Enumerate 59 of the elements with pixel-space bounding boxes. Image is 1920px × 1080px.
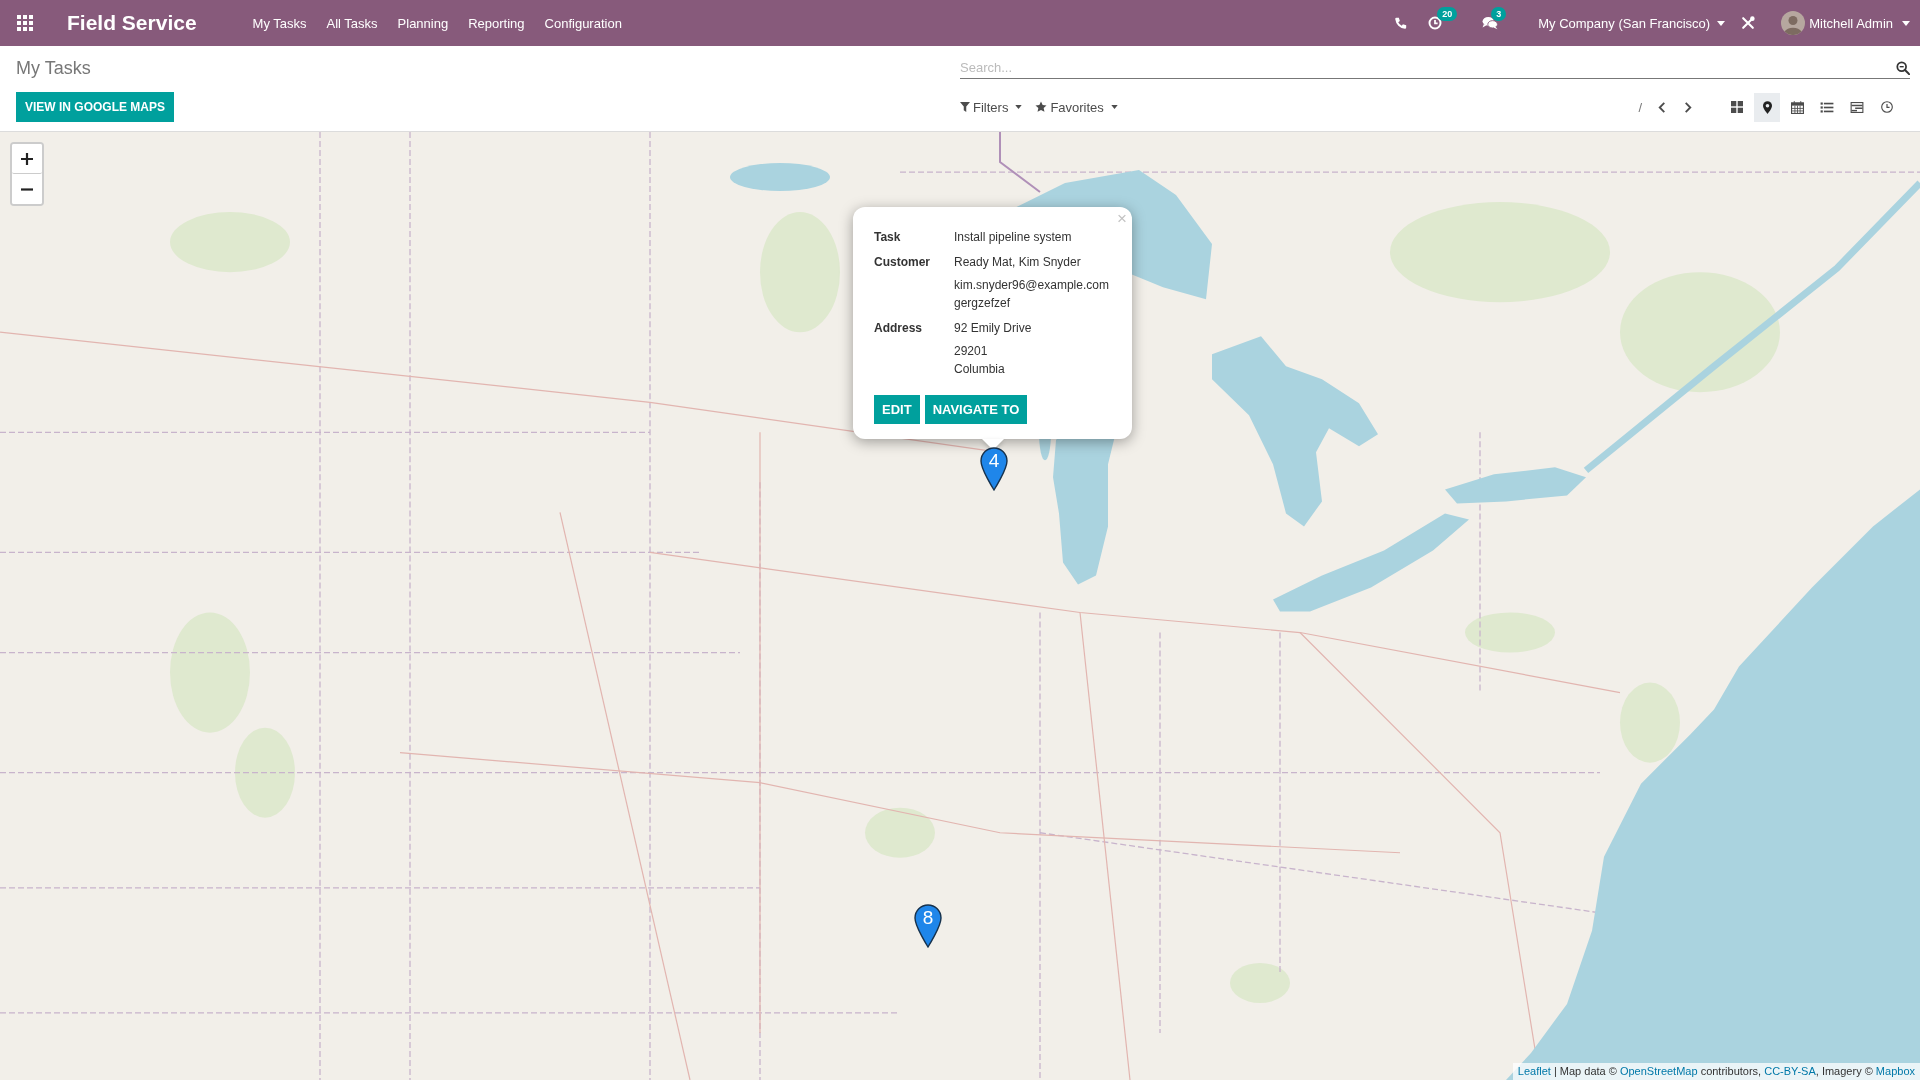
map-marker[interactable]: 8: [914, 904, 942, 948]
navigate-button[interactable]: NAVIGATE TO: [924, 395, 1028, 424]
zoom-in-button[interactable]: [12, 144, 42, 174]
field-label: Task: [874, 229, 902, 246]
menu-item[interactable]: Reporting: [458, 15, 535, 31]
edit-button[interactable]: EDIT: [874, 395, 920, 424]
field-label: Address: [874, 320, 924, 337]
page-title: My Tasks: [16, 57, 91, 79]
caret-icon: [1717, 20, 1726, 26]
caret-icon: [1110, 105, 1118, 109]
menu-item[interactable]: My Tasks: [242, 15, 317, 31]
field-value: Install pipeline system: [954, 229, 1073, 246]
field-label: Customer: [874, 254, 931, 271]
calendar-icon: [1790, 100, 1804, 114]
field-value: 29201: [954, 343, 989, 360]
funnel-icon: [960, 102, 970, 112]
attribution-link[interactable]: Leaflet: [1517, 1065, 1551, 1077]
grid-icon: [1731, 101, 1743, 113]
map-pin-icon: [1762, 100, 1772, 114]
search-field[interactable]: Search...: [960, 57, 1910, 79]
caret-icon: [1015, 105, 1023, 109]
pager-text: /: [1638, 99, 1642, 115]
field-value: Columbia: [954, 361, 1006, 378]
google-maps-button[interactable]: VIEW IN GOOGLE MAPS: [16, 92, 174, 122]
company-switcher[interactable]: My Company (San Francisco): [1538, 15, 1726, 31]
map-marker[interactable]: 4: [980, 447, 1008, 491]
field-value: Ready Mat, Kim Snyder: [954, 254, 1082, 271]
search-icon[interactable]: [1896, 61, 1910, 75]
phone-icon[interactable]: [1394, 16, 1408, 30]
app-title[interactable]: Field Service: [67, 11, 197, 35]
apps-grid-icon[interactable]: [17, 15, 33, 31]
attribution-link[interactable]: Mapbox: [1875, 1065, 1915, 1077]
menu-item[interactable]: All Tasks: [316, 15, 388, 31]
tools-icon[interactable]: [1741, 16, 1756, 30]
menu-item[interactable]: Planning: [387, 15, 459, 31]
attribution-link[interactable]: CC-BY-SA: [1764, 1065, 1816, 1077]
clock-icon: [1881, 101, 1893, 113]
chevron-right-icon[interactable]: [1684, 101, 1692, 113]
gantt-icon: [1850, 101, 1864, 113]
field-value: 92 Emily Drive: [954, 320, 1033, 337]
favorites-dropdown[interactable]: Favorites: [1035, 99, 1118, 115]
minus-icon: [21, 187, 33, 191]
notification-badge: 3: [1491, 7, 1507, 21]
attribution-link[interactable]: OpenStreetMap: [1619, 1065, 1698, 1077]
avatar-icon: [1781, 11, 1806, 35]
field-value: gergzefzef: [954, 295, 1012, 312]
plus-icon: [21, 152, 33, 165]
list-icon: [1820, 101, 1834, 113]
map-attribution: Leaflet | Map data © OpenStreetMap contributors, CC-BY-SA, Imagery © Mapbox: [1512, 1063, 1920, 1080]
chevron-left-icon[interactable]: [1658, 101, 1666, 113]
caret-icon: [1902, 20, 1910, 26]
user-menu[interactable]: Mitchell Admin: [1781, 11, 1910, 35]
notification-badge: 20: [1437, 7, 1458, 21]
field-value: kim.snyder96@example.com: [954, 277, 1110, 294]
menu-item[interactable]: Configuration: [534, 15, 632, 31]
activity-clock-icon[interactable]: [1428, 16, 1443, 30]
view-switch-button[interactable]: [1754, 92, 1780, 122]
filters-dropdown[interactable]: Filters: [960, 99, 1023, 115]
star-icon: [1035, 101, 1048, 113]
